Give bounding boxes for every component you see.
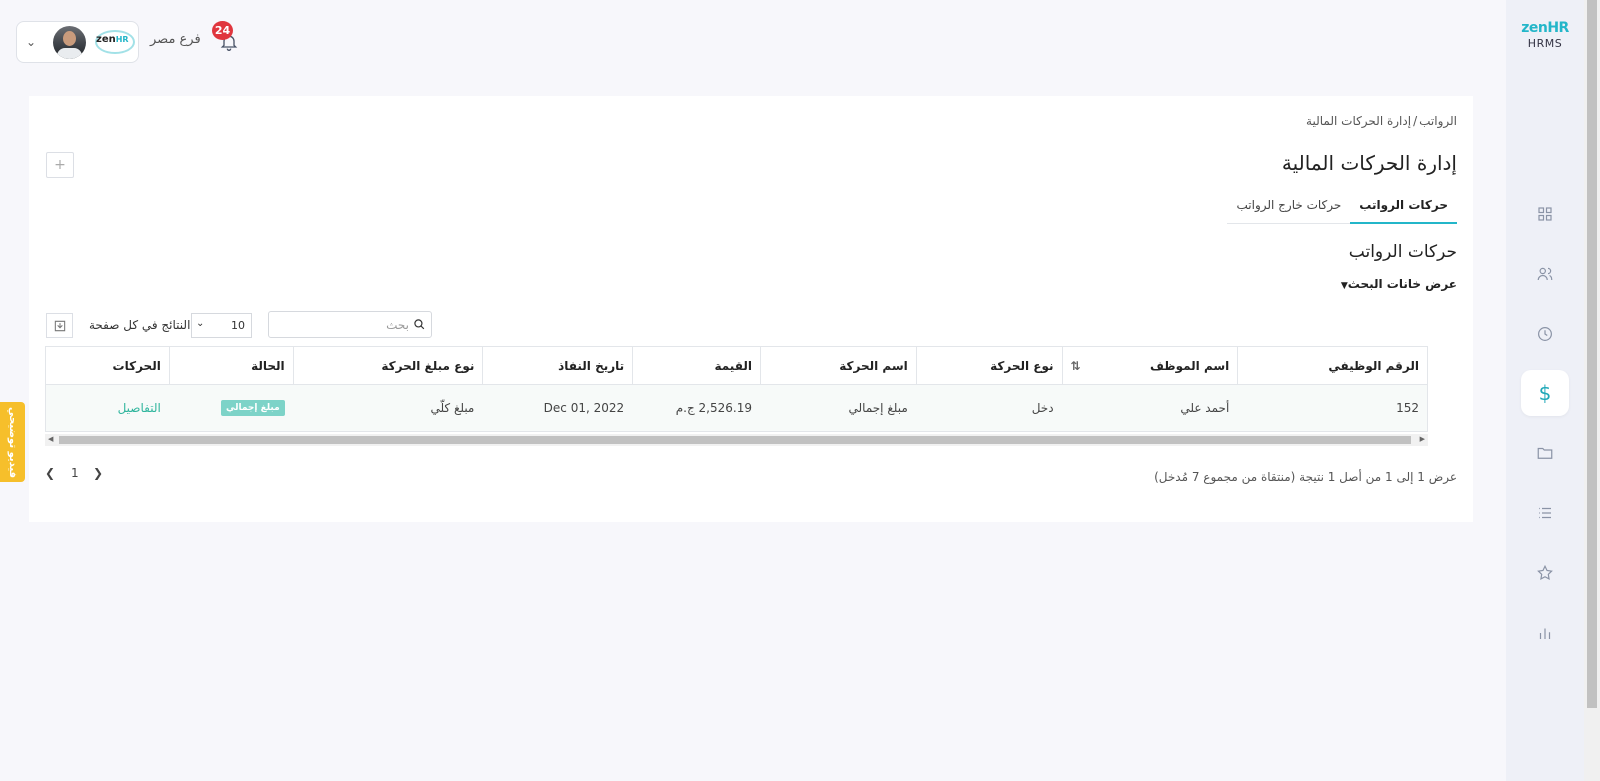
scroll-left-arrow[interactable]: ◀ [48, 435, 53, 443]
folder-icon [1537, 447, 1553, 459]
col-employee-id[interactable]: الرقم الوظيفي [1237, 347, 1427, 385]
chevron-right-icon[interactable]: ❯ [93, 466, 103, 480]
page-title: إدارة الحركات المالية [1281, 151, 1457, 175]
scrollbar-thumb[interactable] [59, 436, 1411, 444]
star-icon [1537, 564, 1553, 581]
chevron-down-icon: ⌄ [26, 35, 37, 49]
transactions-table: الرقم الوظيفي اسم الموظف ⇅ نوع الحركة اسم… [45, 346, 1428, 432]
cell-value: 2,526.19 ج.م [675, 401, 752, 415]
sidebar-item-employees[interactable] [1522, 251, 1568, 297]
breadcrumb: الرواتب/إدارة الحركات المالية [1306, 114, 1457, 128]
sidebar: zenHR HRMS $ [1506, 0, 1584, 781]
grid-icon [1538, 207, 1552, 221]
sidebar-item-performance[interactable] [1522, 550, 1568, 596]
clock-icon [1538, 327, 1552, 341]
cell-transaction-type: دخل [1031, 401, 1054, 415]
status-badge: مبلغ إجمالي [220, 400, 285, 416]
col-status[interactable]: الحالة [168, 347, 293, 385]
sort-icon[interactable]: ⇅ [1071, 359, 1081, 373]
content-card: الرواتب/إدارة الحركات المالية إدارة الحر… [29, 96, 1473, 522]
sidebar-item-requests[interactable] [1522, 490, 1568, 536]
results-info: عرض 1 إلى 1 من أصل 1 نتيجة (منتقاة من مج… [1154, 470, 1457, 484]
table-body: 152 أحمد علي دخل مبلغ إجمالي 2,526.19 ج.… [46, 385, 1427, 431]
cell-employee-id: 152 [1396, 401, 1419, 415]
cell-effective-date: Dec 01, 2022 [543, 401, 625, 415]
sidebar-item-attendance[interactable] [1522, 311, 1568, 357]
dollar-icon: $ [1538, 381, 1552, 405]
caret-down-icon: ▼ [1340, 281, 1348, 291]
per-page-value: 10 [231, 319, 245, 332]
export-button[interactable] [46, 313, 73, 338]
download-icon [54, 320, 65, 331]
search-placeholder: بحث [386, 318, 409, 332]
sidebar-item-documents[interactable] [1522, 430, 1568, 476]
logo-accent: HR [1547, 20, 1569, 36]
col-effective-date[interactable]: تاريخ النفاذ [482, 347, 633, 385]
sidebar-item-payroll[interactable]: $ [1521, 370, 1569, 416]
show-filters-toggle[interactable]: ▼عرض خانات البحث [1338, 277, 1457, 291]
search-input[interactable]: بحث [268, 311, 432, 338]
add-button[interactable]: + [46, 152, 74, 178]
cell-status: مبلغ إجمالي [169, 385, 293, 431]
breadcrumb-current: إدارة الحركات المالية [1306, 114, 1412, 128]
search-icon [414, 319, 425, 330]
notification-badge: 24 [212, 21, 233, 40]
sidebar-item-reports[interactable] [1522, 610, 1568, 656]
cell-actions: التفاصيل [46, 385, 169, 431]
col-amount-type[interactable]: نوع مبلغ الحركة [292, 347, 483, 385]
app-logo[interactable]: zenHR HRMS [1506, 16, 1584, 50]
table-header-row: الرقم الوظيفي اسم الموظف ⇅ نوع الحركة اسم… [46, 347, 1427, 385]
avatar [53, 26, 86, 59]
col-value[interactable]: القيمة [632, 347, 760, 385]
scrollbar-thumb[interactable] [1587, 0, 1597, 708]
table-row: 152 أحمد علي دخل مبلغ إجمالي 2,526.19 ج.… [46, 385, 1427, 431]
table-horizontal-scrollbar[interactable]: ◀ ▶ [45, 434, 1428, 446]
cell-employee-name: أحمد علي [1180, 401, 1230, 415]
logo-main: zen [1521, 20, 1548, 36]
chevron-down-icon: ⌄ [196, 318, 205, 329]
details-link[interactable]: التفاصيل [118, 401, 161, 415]
company-logo: zenHR [95, 30, 135, 54]
video-tutorial-label: فيديو توضيحي [7, 406, 19, 478]
col-transaction-type[interactable]: نوع الحركة [915, 347, 1062, 385]
video-tutorial-tab[interactable]: فيديو توضيحي [0, 402, 25, 482]
page-scrollbar[interactable] [1584, 0, 1600, 781]
sidebar-item-dashboard[interactable] [1522, 191, 1568, 237]
breadcrumb-parent[interactable]: الرواتب [1419, 114, 1457, 128]
col-employee-name[interactable]: اسم الموظف ⇅ [1061, 347, 1238, 385]
scroll-right-arrow[interactable]: ▶ [1420, 435, 1425, 443]
logo-subtitle: HRMS [1527, 37, 1563, 50]
col-transaction-name[interactable]: اسم الحركة [759, 347, 916, 385]
per-page-label: النتائج في كل صفحة [89, 318, 191, 332]
col-actions: الحركات [46, 347, 169, 385]
tab-payroll-transactions[interactable]: حركات الرواتب [1350, 195, 1457, 224]
page-number[interactable]: 1 [71, 466, 79, 480]
users-icon [1537, 267, 1553, 281]
bar-chart-icon [1539, 628, 1551, 639]
cell-amount-type: مبلغ كلّي [430, 401, 475, 415]
cell-transaction-name: مبلغ إجمالي [848, 401, 908, 415]
section-title: حركات الرواتب [1348, 242, 1457, 262]
breadcrumb-separator: / [1413, 114, 1418, 128]
list-icon [1539, 507, 1551, 519]
tab-off-payroll-transactions[interactable]: حركات خارج الرواتب [1227, 195, 1350, 224]
per-page-select[interactable]: ⌄ 10 [191, 313, 252, 338]
tabs: حركات الرواتب حركات خارج الرواتب [1227, 195, 1457, 224]
branch-selector[interactable]: فرع مصر [150, 32, 201, 47]
user-menu[interactable]: ⌄ zenHR [16, 21, 139, 63]
chevron-left-icon[interactable]: ❮ [45, 466, 55, 480]
